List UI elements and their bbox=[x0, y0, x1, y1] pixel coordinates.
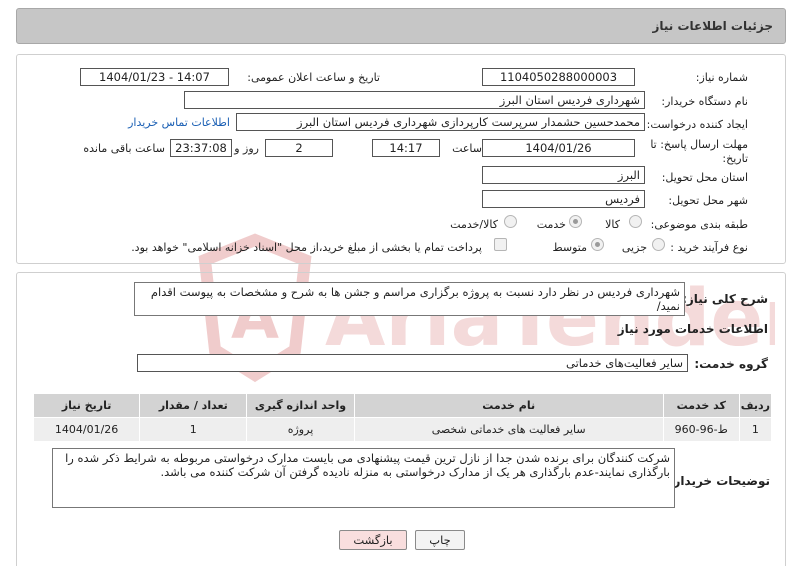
buyer-notes-textarea[interactable]: شرکت کنندگان برای برنده شدن جدا از نازل … bbox=[52, 448, 675, 508]
contact-info-link[interactable]: اطلاعات تماس خریدار bbox=[128, 116, 230, 129]
creator-label: ایجاد کننده درخواست: bbox=[646, 118, 748, 131]
remaining-time-field[interactable]: 23:37:08 bbox=[170, 139, 232, 157]
category-label: طبقه بندی موضوعی: bbox=[650, 218, 748, 231]
treasury-checkbox[interactable] bbox=[494, 238, 507, 251]
col-code: کد خدمت bbox=[662, 393, 740, 418]
col-row: ردیف bbox=[738, 393, 773, 418]
category-option-service: خدمت bbox=[536, 218, 566, 231]
service-group-field[interactable]: سایر فعالیت‌های خدماتی bbox=[137, 354, 688, 372]
purchase-option-medium: متوسط bbox=[552, 241, 587, 254]
deadline-label-line2: تاریخ: bbox=[722, 152, 748, 165]
services-table: ردیف کد خدمت نام خدمت واحد اندازه گیری ت… bbox=[32, 393, 773, 442]
page-header: جزئیات اطلاعات نیاز bbox=[16, 8, 786, 44]
table-row[interactable]: 1 ط-96-960 سایر فعالیت های خدماتی شخصی پ… bbox=[32, 417, 773, 442]
category-radio-service[interactable] bbox=[569, 215, 582, 228]
purchase-radio-minor[interactable] bbox=[652, 238, 665, 251]
deadline-time-label: ساعت bbox=[452, 142, 482, 155]
services-table-header: ردیف کد خدمت نام خدمت واحد اندازه گیری ت… bbox=[32, 393, 773, 418]
creator-field[interactable]: محمدحسین حشمدار سرپرست کارپردازی شهرداری… bbox=[236, 113, 645, 131]
services-section-title: اطلاعات خدمات مورد نیاز bbox=[617, 322, 768, 336]
cell-date: 1404/01/26 bbox=[32, 417, 141, 442]
need-number-label: شماره نیاز: bbox=[695, 71, 748, 84]
deadline-label-line1: مهلت ارسال پاسخ: تا bbox=[650, 138, 748, 151]
cell-qty: 1 bbox=[139, 417, 248, 442]
category-radio-goods[interactable] bbox=[629, 215, 642, 228]
description-label: شرح کلی نیاز: bbox=[682, 292, 768, 306]
category-option-goods-service: کالا/خدمت bbox=[450, 218, 498, 231]
city-label: شهر محل تحویل: bbox=[668, 194, 748, 207]
cell-unit: پروژه bbox=[246, 417, 355, 442]
description-textarea[interactable]: شهرداری فردیس در نظر دارد نسبت به پروژه … bbox=[134, 282, 685, 316]
cell-name: سایر فعالیت های خدماتی شخصی bbox=[353, 417, 664, 442]
days-label: روز و bbox=[234, 142, 259, 155]
deadline-date-field[interactable]: 1404/01/26 bbox=[482, 139, 635, 157]
col-unit: واحد اندازه گیری bbox=[246, 393, 355, 418]
cell-row: 1 bbox=[738, 417, 773, 442]
service-group-label: گروه خدمت: bbox=[694, 357, 768, 371]
page-title: جزئیات اطلاعات نیاز bbox=[652, 19, 773, 33]
buyer-label: نام دستگاه خریدار: bbox=[661, 95, 748, 108]
print-button[interactable]: چاپ bbox=[415, 530, 465, 550]
province-label: استان محل تحویل: bbox=[661, 171, 748, 184]
remaining-label: ساعت باقی مانده bbox=[83, 142, 165, 155]
purchase-type-label: نوع فرآیند خرید : bbox=[670, 241, 748, 254]
city-field[interactable]: فردیس bbox=[482, 190, 645, 208]
purchase-option-minor: جزیی bbox=[621, 241, 647, 254]
col-qty: تعداد / مقدار bbox=[139, 393, 248, 418]
purchase-radio-medium[interactable] bbox=[591, 238, 604, 251]
cell-code: ط-96-960 bbox=[662, 417, 740, 442]
announce-date-label: تاریخ و ساعت اعلان عمومی: bbox=[247, 71, 380, 84]
col-name: نام خدمت bbox=[353, 393, 664, 418]
back-button[interactable]: بازگشت bbox=[339, 530, 407, 550]
buyer-field[interactable]: شهرداری فردیس استان البرز bbox=[184, 91, 645, 109]
province-field[interactable]: البرز bbox=[482, 166, 645, 184]
col-date: تاریخ نیاز bbox=[32, 393, 141, 418]
category-option-goods: کالا bbox=[605, 218, 620, 231]
deadline-time-field[interactable]: 14:17 bbox=[372, 139, 440, 157]
category-radio-goods-service[interactable] bbox=[504, 215, 517, 228]
remaining-days-field[interactable]: 2 bbox=[265, 139, 333, 157]
buyer-notes-label: توضیحات خریدار: bbox=[668, 474, 770, 488]
treasury-note: پرداخت تمام یا بخشی از مبلغ خرید،از محل … bbox=[131, 241, 482, 254]
need-number-field[interactable]: 1104050288000003 bbox=[482, 68, 635, 86]
announce-date-field[interactable]: 1404/01/23 - 14:07 bbox=[80, 68, 229, 86]
